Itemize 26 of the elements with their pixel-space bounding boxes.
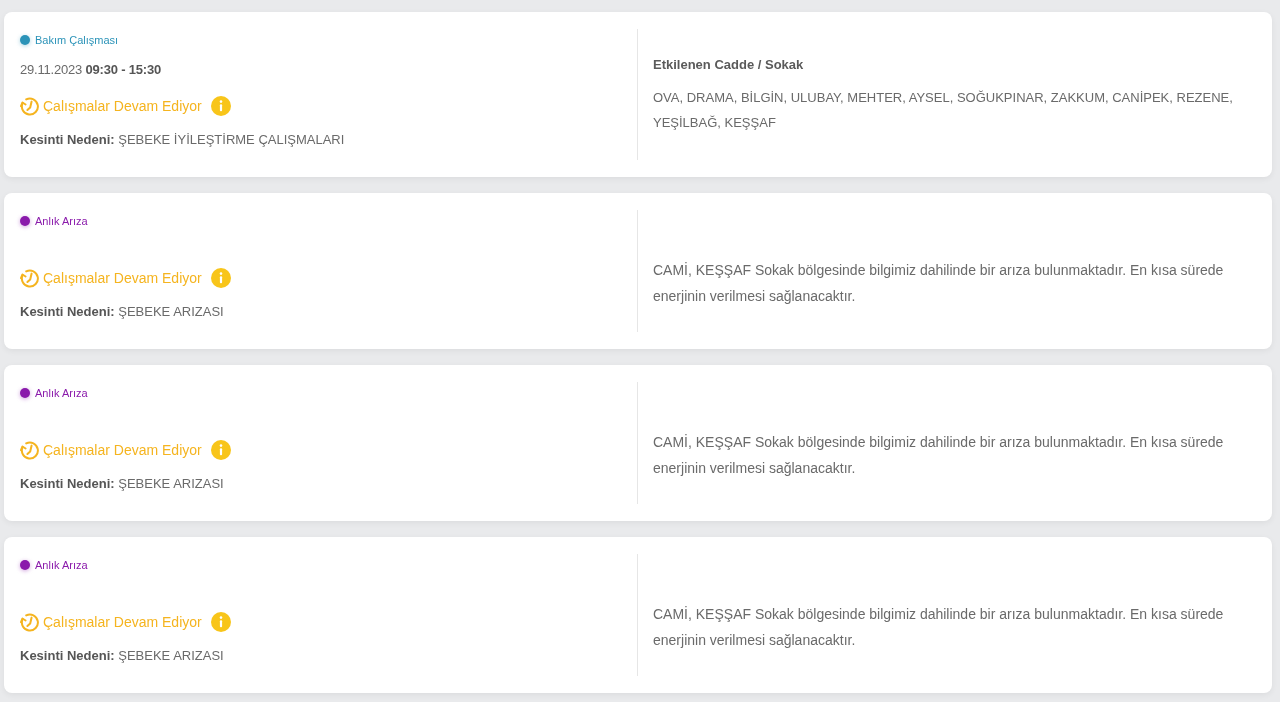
status-text: Çalışmalar Devam Ediyor <box>43 97 202 115</box>
clock-icon <box>20 268 40 288</box>
outage-type-label: Anlık Arıza <box>35 386 88 400</box>
clock-icon <box>20 612 40 632</box>
outage-schedule: 29.11.2023 09:30 - 15:30 <box>20 62 162 78</box>
status-text: Çalışmalar Devam Ediyor <box>43 441 202 459</box>
clock-icon <box>20 440 40 460</box>
outage-details-text: CAMİ, KEŞŞAF Sokak bölgesinde bilgimiz dahilinde bir arıza bulunmaktadır. En kısa sürede enerjinin verilmesi sağlanacaktır. <box>653 605 1225 650</box>
outage-reason: Kesinti Nedeni: ŞEBEKE ARIZASI <box>20 476 225 492</box>
info-icon[interactable] <box>210 440 231 460</box>
outage-reason: Kesinti Nedeni: ŞEBEKE İYİLEŞTİRME ÇALIŞMALARI <box>20 132 346 148</box>
outage-type-label: Anlık Arıza <box>35 214 88 228</box>
outage-details-text: OVA, DRAMA, BİLGİN, ULUBAY, MEHTER, AYSEL, SOĞUKPINAR, ZAKKUM, CANİPEK, REZENE, YEŞİLBAĞ, KEŞŞAF <box>653 89 1234 132</box>
info-icon[interactable] <box>210 612 231 632</box>
outage-reason: Kesinti Nedeni: ŞEBEKE ARIZASI <box>20 304 225 320</box>
affected-streets-title: Etkilenen Cadde / Sokak <box>653 56 805 74</box>
info-icon[interactable] <box>210 268 231 288</box>
outage-type-label: Bakım Çalışması <box>35 33 119 47</box>
status-text: Çalışmalar Devam Ediyor <box>43 613 202 631</box>
outage-details-text: CAMİ, KEŞŞAF Sokak bölgesinde bilgimiz dahilinde bir arıza bulunmaktadır. En kısa sürede enerjinin verilmesi sağlanacaktır. <box>653 261 1225 306</box>
outage-details-text: CAMİ, KEŞŞAF Sokak bölgesinde bilgimiz dahilinde bir arıza bulunmaktadır. En kısa sürede enerjinin verilmesi sağlanacaktır. <box>653 433 1225 478</box>
info-icon[interactable] <box>210 96 231 116</box>
outage-reason: Kesinti Nedeni: ŞEBEKE ARIZASI <box>20 648 225 664</box>
outage-type-label: Anlık Arıza <box>35 558 88 572</box>
clock-icon <box>20 96 40 116</box>
status-text: Çalışmalar Devam Ediyor <box>43 269 202 287</box>
